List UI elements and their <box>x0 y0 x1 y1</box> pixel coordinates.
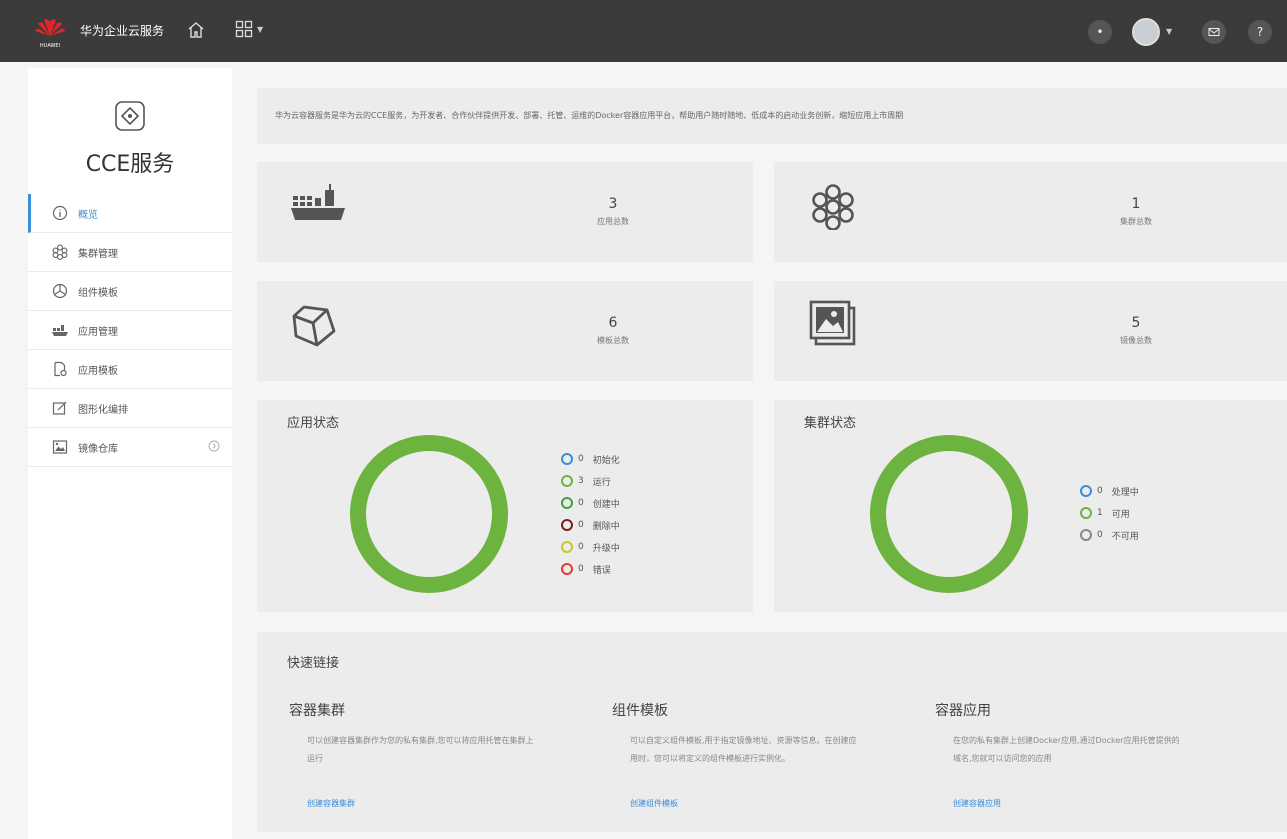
cube-icon <box>291 303 337 353</box>
doc-gear-icon <box>52 361 68 377</box>
cluster-status-ring <box>870 435 1028 593</box>
notification-icon[interactable]: • <box>1088 20 1112 44</box>
template-count: 6 <box>608 315 618 331</box>
status-ring-icon <box>561 497 573 509</box>
status-ring-icon <box>1080 507 1092 519</box>
status-ring-icon <box>1080 485 1092 497</box>
info-circle-icon <box>52 205 68 221</box>
sidebar-item-label: 应用管理 <box>78 326 118 338</box>
ship-icon <box>291 184 347 230</box>
legend-item: 0 初始化 <box>561 448 620 470</box>
quick-link-description: 在您的私有集群上创建Docker应用,通过Docker应用托管提供的域名,您就可… <box>953 736 1180 763</box>
cce-service-icon <box>112 98 148 134</box>
sidebar-item-label: 镜像仓库 <box>78 443 118 455</box>
quick-links-title: 快速链接 <box>287 656 340 671</box>
intro-text: 华为云容器服务是华为云的CCE服务，为开发者、合作伙伴提供开发、部署、托管、运维… <box>275 111 904 120</box>
status-ring-icon <box>561 563 573 575</box>
quick-link-container-app: 容器应用 在您的私有集群上创建Docker应用,通过Docker应用托管提供的域… <box>935 700 1195 768</box>
ship-icon <box>52 322 68 338</box>
huawei-logo[interactable]: HUAWEI <box>30 14 70 50</box>
intro-banner: 华为云容器服务是华为云的CCE服务，为开发者、合作伙伴提供开发、部署、托管、运维… <box>257 88 1287 144</box>
sidebar-item-app-templates[interactable]: 应用模板 <box>28 350 232 389</box>
image-count: 5 <box>1131 315 1141 331</box>
sidebar-item-label: 图形化编排 <box>78 404 128 416</box>
legend-item: 1 可用 <box>1080 502 1139 524</box>
app-count: 3 <box>608 196 618 212</box>
logo-text: HUAWEI <box>40 43 60 49</box>
app-status-panel: 应用状态 0 初始化 3 运行 0 创建中 0 删除中 0 升级中 0 错误 <box>257 400 753 612</box>
stat-card-apps[interactable]: 3 应用总数 <box>257 162 753 262</box>
app-status-ring <box>350 435 508 593</box>
quick-link-heading: 容器应用 <box>935 703 991 719</box>
chevron-right-circle-icon[interactable] <box>208 440 220 455</box>
quick-link-description: 可以自定义组件模板,用于指定镜像地址、资源等信息。在创建应用时，您可以将定义的组… <box>630 736 857 763</box>
legend-item: 0 错误 <box>561 558 620 580</box>
chevron-down-icon[interactable]: ▼ <box>1166 27 1172 36</box>
legend-item: 3 运行 <box>561 470 620 492</box>
sidebar-item-app-management[interactable]: 应用管理 <box>28 311 232 350</box>
brand-title[interactable]: 华为企业云服务 <box>80 22 164 39</box>
sidebar-item-overview[interactable]: 概览 <box>28 194 232 233</box>
quick-link-container-cluster: 容器集群 可以创建容器集群作为您的私有集群,您可以将应用托管在集群上运行 <box>289 700 549 768</box>
stat-card-images[interactable]: 5 镜像总数 <box>774 281 1287 381</box>
sidebar-item-label: 集群管理 <box>78 248 118 260</box>
cluster-icon <box>808 184 858 234</box>
sidebar-item-image-repository[interactable]: 镜像仓库 <box>28 428 232 467</box>
create-container-app-link[interactable]: 创建容器应用 <box>953 798 1001 809</box>
sidebar-item-label: 组件模板 <box>78 287 118 299</box>
chevron-down-icon: ▼ <box>257 24 264 34</box>
images-icon <box>808 299 858 351</box>
apps-grid-icon <box>235 20 253 38</box>
image-count-label: 镜像总数 <box>1120 336 1152 345</box>
cluster-count: 1 <box>1131 196 1141 212</box>
sidebar-nav: 概览 集群管理 组件模板 应用管理 应用模板 图形化编排 镜像仓库 <box>28 194 232 467</box>
app-status-title: 应用状态 <box>287 416 340 431</box>
status-ring-icon <box>561 475 573 487</box>
edit-icon <box>52 400 68 416</box>
cluster-status-panel: 集群状态 0 处理中 1 可用 0 不可用 <box>774 400 1287 612</box>
sidebar-item-component-templates[interactable]: 组件模板 <box>28 272 232 311</box>
status-ring-icon <box>561 453 573 465</box>
template-count-label: 模板总数 <box>597 336 629 345</box>
top-bar: HUAWEI 华为企业云服务 ▼ • ▼ ? <box>0 0 1287 62</box>
legend-item: 0 处理中 <box>1080 480 1139 502</box>
sidebar-item-label: 概览 <box>78 209 98 221</box>
app-count-label: 应用总数 <box>597 217 629 226</box>
cluster-icon <box>52 244 68 260</box>
service-title: CCE服务 <box>85 152 175 177</box>
stat-card-clusters[interactable]: 1 集群总数 <box>774 162 1287 262</box>
app-status-legend: 0 初始化 3 运行 0 创建中 0 删除中 0 升级中 0 错误 <box>561 448 620 580</box>
quick-link-description: 可以创建容器集群作为您的私有集群,您可以将应用托管在集群上运行 <box>307 736 534 763</box>
sidebar-item-visual-orchestration[interactable]: 图形化编排 <box>28 389 232 428</box>
legend-item: 0 不可用 <box>1080 524 1139 546</box>
legend-item: 0 创建中 <box>561 492 620 514</box>
avatar[interactable] <box>1132 18 1160 46</box>
sidebar-item-label: 应用模板 <box>78 365 118 377</box>
component-icon <box>52 283 68 299</box>
status-ring-icon <box>561 519 573 531</box>
mail-icon[interactable] <box>1202 20 1226 44</box>
quick-link-heading: 容器集群 <box>289 703 345 719</box>
cluster-status-title: 集群状态 <box>804 416 857 431</box>
image-icon <box>52 439 68 455</box>
home-icon[interactable] <box>186 20 206 40</box>
quick-link-heading: 组件模板 <box>612 703 668 719</box>
help-icon[interactable]: ? <box>1248 20 1272 44</box>
app-status-donut <box>350 435 508 593</box>
sidebar-item-cluster-management[interactable]: 集群管理 <box>28 233 232 272</box>
sidebar: CCE服务 概览 集群管理 组件模板 应用管理 应用模板 图形化编排 镜像仓库 <box>28 68 232 839</box>
create-component-template-link[interactable]: 创建组件模板 <box>630 798 678 809</box>
cluster-status-legend: 0 处理中 1 可用 0 不可用 <box>1080 480 1139 546</box>
create-cluster-link[interactable]: 创建容器集群 <box>307 798 355 809</box>
quick-links-panel: 快速链接 容器集群 可以创建容器集群作为您的私有集群,您可以将应用托管在集群上运… <box>257 632 1287 832</box>
apps-menu-button[interactable]: ▼ <box>235 20 263 38</box>
cluster-count-label: 集群总数 <box>1120 217 1152 226</box>
legend-item: 0 删除中 <box>561 514 620 536</box>
stat-card-templates[interactable]: 6 模板总数 <box>257 281 753 381</box>
cluster-status-donut <box>870 435 1028 593</box>
quick-link-component-template: 组件模板 可以自定义组件模板,用于指定镜像地址、资源等信息。在创建应用时，您可以… <box>612 700 872 768</box>
legend-item: 0 升级中 <box>561 536 620 558</box>
status-ring-icon <box>1080 529 1092 541</box>
status-ring-icon <box>561 541 573 553</box>
